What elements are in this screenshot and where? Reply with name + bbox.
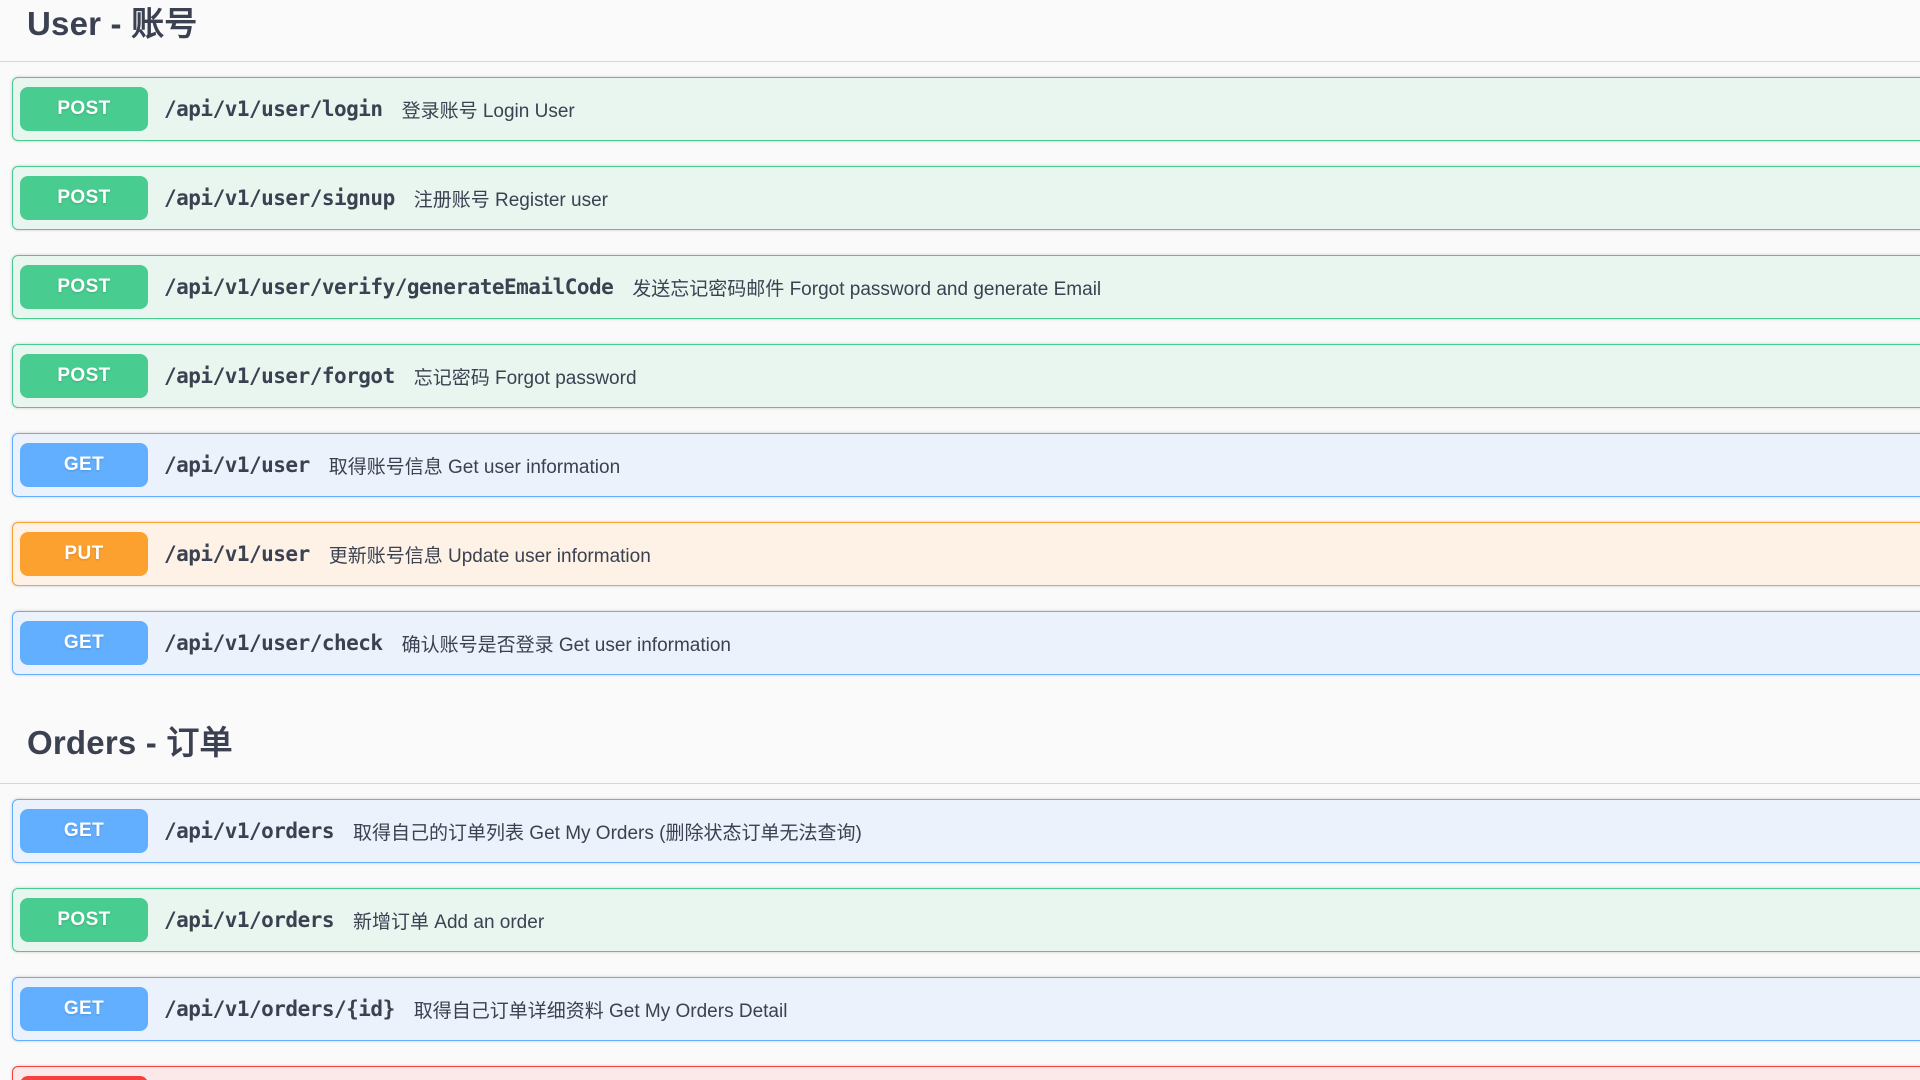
endpoint-description: 登录账号 Login User — [402, 96, 575, 123]
endpoint-row[interactable]: PUT /api/v1/user 更新账号信息 Update user info… — [12, 522, 1920, 586]
tag-heading-label: User - 账号 — [27, 5, 198, 42]
method-badge: GET — [20, 987, 148, 1031]
tag-section: Orders - 订单 GET /api/v1/orders 取得自己的订单列表… — [0, 719, 1920, 1080]
endpoint-path: /api/v1/user — [164, 542, 310, 566]
endpoint-path: /api/v1/user/login — [164, 97, 383, 121]
endpoint-row[interactable]: GET /api/v1/user 取得账号信息 Get user informa… — [12, 433, 1920, 497]
endpoint-row[interactable]: POST /api/v1/user/verify/generateEmailCo… — [12, 255, 1920, 319]
endpoint-path: /api/v1/orders/{id} — [164, 997, 395, 1021]
endpoint-path: /api/v1/user/forgot — [164, 364, 395, 388]
endpoint-description: 新增订单 Add an order — [353, 907, 544, 934]
endpoint-path: /api/v1/user/verify/generateEmailCode — [164, 275, 613, 299]
endpoint-list: GET /api/v1/orders 取得自己的订单列表 Get My Orde… — [0, 799, 1920, 1080]
endpoint-list: POST /api/v1/user/login 登录账号 Login User … — [0, 77, 1920, 675]
endpoint-row[interactable]: POST /api/v1/orders 新增订单 Add an order — [12, 888, 1920, 952]
endpoint-row[interactable]: POST /api/v1/user/login 登录账号 Login User — [12, 77, 1920, 141]
method-badge: GET — [20, 809, 148, 853]
method-badge: PUT — [20, 532, 148, 576]
endpoint-row[interactable]: POST /api/v1/user/signup 注册账号 Register u… — [12, 166, 1920, 230]
endpoint-description: 取得账号信息 Get user information — [329, 452, 620, 479]
api-doc: User - 账号 POST /api/v1/user/login 登录账号 L… — [0, 0, 1920, 1080]
tag-heading: User - 账号 — [27, 3, 1920, 45]
endpoint-path: /api/v1/orders — [164, 908, 334, 932]
endpoint-description: 取得自己的订单列表 Get My Orders (删除状态订单无法查询) — [353, 818, 862, 845]
endpoint-description: 取得自己订单详细资料 Get My Orders Detail — [414, 996, 788, 1023]
method-badge: POST — [20, 354, 148, 398]
tag-header[interactable]: Orders - 订单 — [0, 719, 1920, 784]
tag-heading-label: Orders - 订单 — [27, 724, 233, 761]
endpoint-description: 注册账号 Register user — [414, 185, 608, 212]
method-badge: POST — [20, 898, 148, 942]
endpoint-row[interactable]: GET /api/v1/orders 取得自己的订单列表 Get My Orde… — [12, 799, 1920, 863]
method-badge: POST — [20, 265, 148, 309]
endpoint-row[interactable]: POST /api/v1/user/forgot 忘记密码 Forgot pas… — [12, 344, 1920, 408]
endpoint-row[interactable]: DELETE — [12, 1066, 1920, 1080]
endpoint-description: 发送忘记密码邮件 Forgot password and generate Em… — [632, 274, 1101, 301]
endpoint-description: 确认账号是否登录 Get user information — [402, 630, 731, 657]
endpoint-row[interactable]: GET /api/v1/orders/{id} 取得自己订单详细资料 Get M… — [12, 977, 1920, 1041]
endpoint-description: 忘记密码 Forgot password — [414, 363, 637, 390]
endpoint-row[interactable]: GET /api/v1/user/check 确认账号是否登录 Get user… — [12, 611, 1920, 675]
method-badge: GET — [20, 443, 148, 487]
method-badge: GET — [20, 621, 148, 665]
tag-heading: Orders - 订单 — [27, 722, 1920, 764]
method-badge: POST — [20, 87, 148, 131]
method-badge: POST — [20, 176, 148, 220]
endpoint-path: /api/v1/user — [164, 453, 310, 477]
endpoint-path: /api/v1/user/signup — [164, 186, 395, 210]
tag-section: User - 账号 POST /api/v1/user/login 登录账号 L… — [0, 0, 1920, 675]
method-badge: DELETE — [20, 1076, 148, 1080]
endpoint-description: 更新账号信息 Update user information — [329, 541, 651, 568]
endpoint-path: /api/v1/orders — [164, 819, 334, 843]
tag-header[interactable]: User - 账号 — [0, 0, 1920, 62]
endpoint-path: /api/v1/user/check — [164, 631, 383, 655]
